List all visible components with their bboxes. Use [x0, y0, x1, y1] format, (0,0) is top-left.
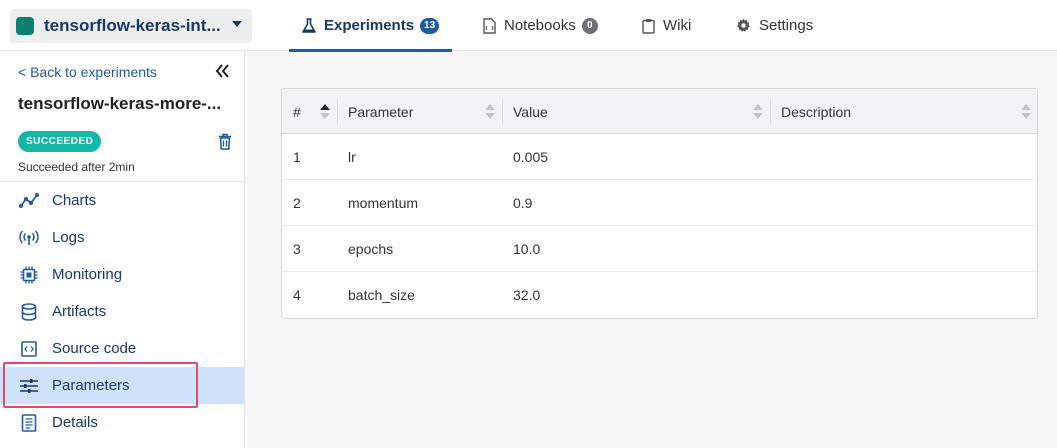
code-file-icon — [21, 340, 37, 357]
parameter-name: batch_size — [348, 287, 415, 303]
sliders-icon — [20, 378, 38, 393]
parameter-value: 0.005 — [513, 149, 549, 165]
table-header: # Parameter Value Description — [282, 89, 1037, 134]
sidebar-item-label: Parameters — [52, 377, 130, 394]
column-separator — [337, 99, 338, 124]
sidebar: < Back to experiments tensorflow-keras-m… — [0, 51, 245, 448]
document-icon — [21, 413, 37, 432]
tab-experiments-label: Experiments — [324, 17, 415, 34]
database-icon — [21, 302, 37, 321]
tab-experiments[interactable]: Experiments 13 — [288, 0, 453, 52]
sidebar-item-label: Monitoring — [52, 266, 123, 283]
clipboard-icon — [642, 18, 655, 34]
column-header-value[interactable]: Value — [513, 89, 548, 134]
sort-icon[interactable] — [484, 103, 496, 120]
parameter-name: momentum — [348, 195, 419, 211]
project-name: tensorflow-keras-int... — [44, 16, 221, 35]
table-row: 4 batch_size 32.0 — [282, 272, 1037, 318]
sidebar-item-label: Details — [52, 414, 98, 431]
project-color-square — [16, 17, 34, 35]
table-row: 3 epochs 10.0 — [282, 226, 1037, 272]
back-to-experiments-link[interactable]: < Back to experiments — [18, 64, 157, 80]
caret-down-icon — [232, 21, 242, 27]
sidebar-item-logs[interactable]: Logs — [0, 219, 244, 256]
notebooks-count-badge: 0 — [581, 17, 598, 34]
sidebar-item-monitoring[interactable]: Monitoring — [0, 256, 244, 293]
tab-settings-label: Settings — [759, 17, 814, 34]
cpu-icon — [20, 266, 38, 283]
table-row: 2 momentum 0.9 — [282, 180, 1037, 226]
sidebar-item-artifacts[interactable]: Artifacts — [0, 293, 244, 330]
sidebar-item-label: Artifacts — [52, 303, 107, 320]
sidebar-item-parameters[interactable]: Parameters — [0, 367, 244, 404]
column-header-description[interactable]: Description — [781, 89, 851, 134]
sidebar-item-details[interactable]: Details — [0, 404, 244, 441]
flask-icon — [302, 17, 316, 33]
tab-settings[interactable]: Settings — [736, 0, 813, 51]
notebook-file-icon — [483, 17, 496, 34]
row-index: 1 — [293, 149, 301, 165]
project-selector[interactable]: tensorflow-keras-int... — [10, 9, 252, 43]
parameters-table: # Parameter Value Description 1 lr 0.005… — [281, 88, 1038, 319]
column-header-index[interactable]: # — [293, 89, 301, 134]
column-separator — [502, 99, 503, 124]
sidebar-item-label: Charts — [52, 192, 97, 209]
row-index: 3 — [293, 241, 301, 257]
chart-line-icon — [19, 192, 39, 208]
gear-icon — [737, 18, 750, 32]
tab-notebooks[interactable]: Notebooks 0 — [483, 0, 598, 51]
column-separator — [770, 99, 771, 124]
experiments-count-badge: 13 — [420, 17, 440, 34]
sort-icon[interactable] — [1020, 103, 1032, 120]
sidebar-item-charts[interactable]: Charts — [0, 182, 244, 219]
top-bar: tensorflow-keras-int... Experiments 13 N… — [0, 0, 1057, 52]
sidebar-item-label: Source code — [52, 340, 137, 357]
row-index: 2 — [293, 195, 301, 211]
sidebar-nav: Charts Logs Monitoring Artifacts Source … — [0, 182, 244, 441]
parameter-name: epochs — [348, 241, 394, 257]
tab-wiki-label: Wiki — [663, 17, 692, 34]
tab-notebooks-label: Notebooks — [504, 17, 576, 34]
parameter-value: 10.0 — [513, 241, 541, 257]
parameter-value: 32.0 — [513, 287, 541, 303]
sort-icon[interactable] — [752, 103, 764, 120]
parameter-value: 0.9 — [513, 195, 533, 211]
status-badge: SUCCEEDED — [18, 131, 102, 152]
sidebar-item-label: Logs — [52, 229, 85, 246]
sort-ascending-icon[interactable] — [319, 103, 331, 120]
broadcast-icon — [19, 229, 39, 245]
row-index: 4 — [293, 287, 301, 303]
table-row: 1 lr 0.005 — [282, 134, 1037, 180]
parameter-name: lr — [348, 149, 356, 165]
column-header-parameter[interactable]: Parameter — [348, 89, 413, 134]
sidebar-item-source-code[interactable]: Source code — [0, 330, 244, 367]
tab-wiki[interactable]: Wiki — [642, 0, 691, 51]
status-text: Succeeded after 2min — [18, 160, 135, 174]
trash-icon[interactable] — [218, 133, 232, 150]
double-chevron-left-icon[interactable] — [214, 63, 230, 79]
experiment-name: tensorflow-keras-more-... — [18, 94, 222, 113]
